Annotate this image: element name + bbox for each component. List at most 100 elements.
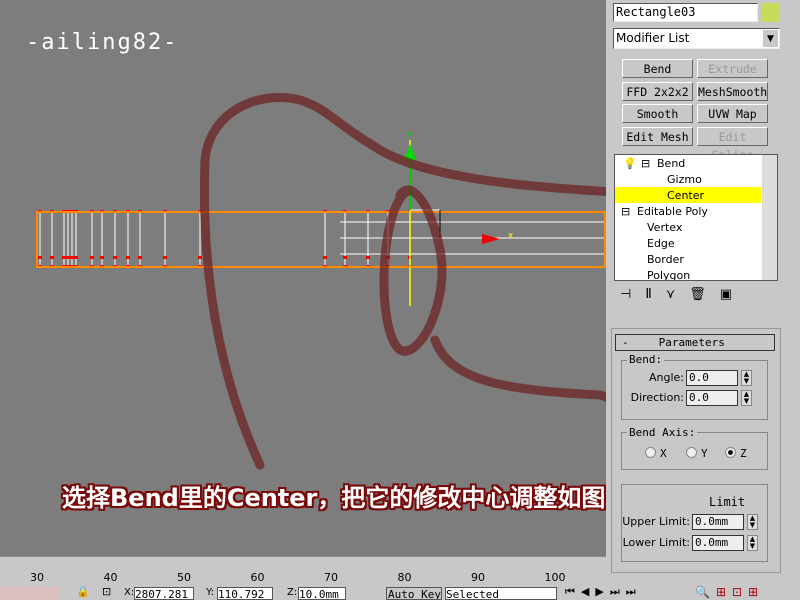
mesh-vertex: [366, 256, 370, 259]
next-frame-icon[interactable]: ⏭: [610, 585, 626, 598]
mesh-vertex: [62, 256, 66, 259]
modifier-stack[interactable]: 💡 ⊟ Bend Gizmo Center ⊟ Editable Poly Ve…: [614, 154, 778, 281]
mesh-vertex: [50, 256, 54, 259]
axis-y-radio[interactable]: Y: [686, 447, 708, 460]
limit-effect-checkbox[interactable]: Limit: [707, 495, 748, 509]
axis-y-label: Y: [701, 447, 708, 460]
svg-text:x: x: [508, 231, 514, 241]
mesh-vertex: [74, 256, 78, 259]
stack-item-gizmo[interactable]: Gizmo: [667, 172, 702, 188]
caption-text: 选择Bend里的Center，把它的修改中心调整如图。: [62, 484, 630, 512]
zoom-icon[interactable]: 🔍: [695, 585, 716, 599]
lock-icon[interactable]: 🔒: [76, 585, 90, 598]
lower-limit-spinner[interactable]: ▲ ▼: [747, 535, 758, 551]
timeline-tick-label: 50: [177, 571, 191, 584]
mesh-vertex: [126, 256, 130, 259]
x-coordinate-field[interactable]: 2807.281: [134, 587, 194, 600]
parameters-header[interactable]: - Parameters: [615, 334, 775, 351]
z-coordinate-field[interactable]: 10.0mm: [298, 587, 346, 600]
expand-minus-icon[interactable]: ⊟: [641, 156, 650, 172]
stack-item-edge[interactable]: Edge: [647, 236, 675, 252]
axis-z-radio[interactable]: Z: [725, 447, 747, 460]
timeline-tick-label: 40: [103, 571, 118, 584]
light-bulb-icon[interactable]: 💡: [623, 156, 637, 172]
mesh-vertex: [138, 256, 142, 259]
stack-item-vertex[interactable]: Vertex: [647, 220, 682, 236]
stack-scrollbar[interactable]: [762, 155, 777, 280]
prev-frame-icon[interactable]: ◀: [581, 585, 595, 598]
annotation-scribble: [199, 93, 606, 470]
x-axis-arrow: [482, 234, 500, 244]
axis-x-radio[interactable]: X: [645, 447, 667, 460]
timeline-tick-label: 80: [397, 571, 412, 584]
make-unique-icon[interactable]: ⋎: [666, 287, 690, 302]
timeline-ruler[interactable]: [0, 556, 606, 585]
show-end-result-icon[interactable]: Ⅱ: [645, 287, 665, 302]
modifier-button-edit-spline[interactable]: Edit Spline: [697, 126, 768, 162]
mesh-vertex: [323, 256, 327, 259]
timeline-tick-label: 70: [324, 571, 338, 584]
mesh-vertex: [70, 256, 74, 259]
viewport-scene: y x: [36, 93, 606, 470]
zoom-all-icon[interactable]: ⊞: [716, 585, 732, 599]
angle-input[interactable]: 0.0: [686, 370, 738, 386]
upper-limit-label: Upper Limit:: [622, 515, 690, 528]
svg-text:y: y: [407, 129, 413, 139]
modifier-button-extrude[interactable]: Extrude: [697, 59, 768, 78]
axis-x-label: X: [660, 447, 667, 460]
remove-modifier-icon[interactable]: 🗑: [689, 287, 720, 302]
expand-minus-icon[interactable]: ⊟: [621, 204, 630, 220]
modifier-button-bend[interactable]: Bend: [622, 59, 693, 78]
modifier-button-uvw-map[interactable]: UVW Map: [697, 104, 768, 123]
mesh-vertex: [163, 256, 167, 259]
object-color-swatch[interactable]: [762, 3, 779, 22]
direction-spinner[interactable]: ▲ ▼: [741, 390, 752, 406]
stack-item-editable-poly[interactable]: Editable Poly: [637, 204, 708, 220]
stack-item-bend[interactable]: Bend: [657, 156, 685, 172]
chevron-down-icon: ▼: [763, 30, 778, 47]
timeline-tick-label: 90: [471, 571, 485, 584]
zoom-extents-icon[interactable]: ⊡: [732, 585, 748, 599]
modifier-list-dropdown[interactable]: Modifier List ▼: [613, 28, 780, 49]
y-coordinate-field[interactable]: 110.792: [217, 587, 273, 600]
viewport[interactable]: y x -ailing82-: [0, 0, 606, 556]
mesh-vertex: [198, 256, 202, 259]
play-icon[interactable]: ▶: [595, 585, 609, 598]
configure-sets-icon[interactable]: ▣: [720, 287, 746, 302]
lower-limit-input[interactable]: 0.0mm: [692, 535, 744, 551]
y-label: Y:: [206, 587, 215, 598]
bend-group-label: Bend:: [627, 353, 665, 366]
key-filter-dropdown[interactable]: Selected: [445, 587, 557, 600]
absolute-mode-icon[interactable]: ⊡: [102, 585, 111, 598]
modifier-button-ffd-2x2x2[interactable]: FFD 2x2x2: [622, 81, 693, 101]
auto-key-button[interactable]: Auto Key: [386, 587, 442, 600]
upper-limit-spinner[interactable]: ▲ ▼: [747, 514, 758, 530]
lower-limit-label: Lower Limit:: [622, 536, 690, 549]
stack-toolbar: ⊣Ⅱ⋎🗑▣: [620, 287, 746, 302]
mesh-vertex: [66, 256, 70, 259]
go-to-end-icon[interactable]: ⏭: [626, 585, 642, 598]
direction-input[interactable]: 0.0: [686, 390, 738, 406]
angle-spinner[interactable]: ▲ ▼: [741, 370, 752, 386]
pin-stack-icon[interactable]: ⊣: [620, 287, 645, 302]
x-label: X:: [124, 587, 135, 598]
watermark: -ailing82-: [26, 30, 179, 55]
mesh-vertex: [90, 256, 94, 259]
axis-z-label: Z: [740, 447, 747, 460]
modifier-button-edit-mesh[interactable]: Edit Mesh: [622, 126, 693, 146]
modifier-button-meshsmooth[interactable]: MeshSmooth: [697, 81, 768, 101]
stack-item-border[interactable]: Border: [647, 252, 684, 268]
upper-limit-input[interactable]: 0.0mm: [692, 514, 744, 530]
object-name-field[interactable]: Rectangle03: [613, 3, 758, 22]
timeline-tick-label: 100: [544, 571, 566, 584]
zoom-extents-all-icon[interactable]: ⊞: [748, 585, 764, 599]
go-to-start-icon[interactable]: ⏮: [565, 585, 581, 598]
timeline-tick-label: 30: [30, 571, 44, 584]
modifier-list-label: Modifier List: [616, 31, 690, 45]
viewport-nav-controls: 🔍⊞⊡⊞: [695, 585, 764, 599]
angle-label: Angle:: [648, 371, 684, 384]
playback-controls: ⏮◀▶⏭⏭: [565, 585, 642, 599]
stack-item-polygon[interactable]: Polygon: [647, 268, 690, 280]
stack-item-center[interactable]: Center: [667, 188, 704, 204]
modifier-button-smooth[interactable]: Smooth: [622, 104, 693, 123]
